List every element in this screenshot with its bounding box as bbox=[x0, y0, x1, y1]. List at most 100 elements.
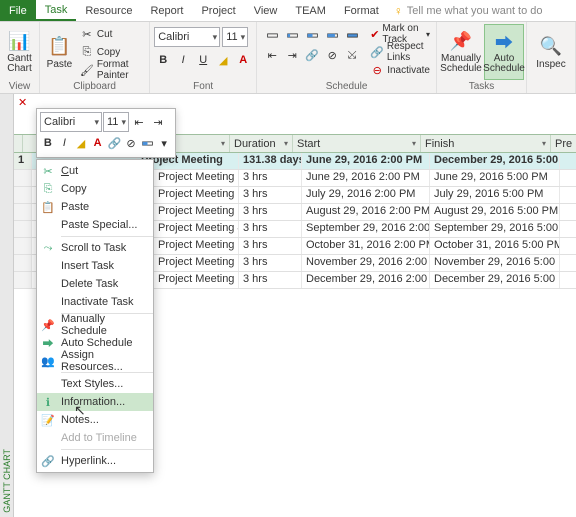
outdent-button[interactable]: ⇤ bbox=[263, 46, 281, 64]
mini-size-select[interactable]: 11 bbox=[103, 112, 129, 132]
ctx-paste-special[interactable]: Paste Special... bbox=[37, 216, 153, 234]
underline-button[interactable]: U bbox=[194, 51, 212, 69]
tab-project[interactable]: Project bbox=[192, 0, 244, 21]
chevron-down-icon[interactable]: ▾ bbox=[542, 139, 546, 148]
pct100-button[interactable] bbox=[343, 26, 361, 44]
ctx-notes[interactable]: 📝Notes... bbox=[37, 411, 153, 429]
cell-finish[interactable]: November 29, 2016 5:00 PM bbox=[430, 255, 560, 271]
ctx-text-styles[interactable]: Text Styles... bbox=[37, 375, 153, 393]
mini-fill-button[interactable]: ◢ bbox=[73, 134, 89, 152]
tab-format[interactable]: Format bbox=[335, 0, 388, 21]
cell-name[interactable]: Project Meeting 5 bbox=[154, 238, 239, 254]
cell-start[interactable]: December 29, 2016 2:00 PM bbox=[302, 272, 430, 288]
font-size-select[interactable]: 11 bbox=[222, 27, 248, 47]
font-color-button[interactable]: A bbox=[234, 51, 252, 69]
italic-button[interactable]: I bbox=[174, 51, 192, 69]
col-finish[interactable]: Finish▾ bbox=[421, 135, 551, 152]
cell-duration[interactable]: 3 hrs bbox=[239, 272, 302, 288]
chevron-down-icon[interactable]: ▾ bbox=[412, 139, 416, 148]
mini-outdent-button[interactable]: ⇤ bbox=[130, 113, 148, 131]
ctx-cut[interactable]: ✂Cut bbox=[37, 162, 153, 180]
inspect-button[interactable]: 🔍 Inspec bbox=[531, 24, 571, 80]
ctx-scroll-to-task[interactable]: ⤳Scroll to Task bbox=[37, 239, 153, 257]
cell-duration[interactable]: 3 hrs bbox=[239, 255, 302, 271]
ctx-copy[interactable]: ⎘Copy bbox=[37, 180, 153, 198]
tab-report[interactable]: Report bbox=[141, 0, 192, 21]
mini-indent-button[interactable]: ⇥ bbox=[149, 113, 167, 131]
summary-start[interactable]: June 29, 2016 2:00 PM bbox=[302, 153, 430, 169]
mark-on-track-button[interactable]: ✔Mark on Track▾ bbox=[368, 26, 432, 42]
copy-button[interactable]: ⎘Copy bbox=[78, 44, 145, 60]
cell-finish[interactable]: June 29, 2016 5:00 PM bbox=[430, 170, 560, 186]
cell-start[interactable]: September 29, 2016 2:00 PM bbox=[302, 221, 430, 237]
chevron-down-icon[interactable]: ▾ bbox=[284, 139, 288, 148]
cell-duration[interactable]: 3 hrs bbox=[239, 238, 302, 254]
cell-start[interactable]: July 29, 2016 2:00 PM bbox=[302, 187, 430, 203]
ctx-hyperlink[interactable]: 🔗Hyperlink... bbox=[37, 452, 153, 470]
manually-schedule-button[interactable]: 📌 Manually Schedule bbox=[441, 24, 481, 80]
cell-finish[interactable]: August 29, 2016 5:00 PM bbox=[430, 204, 560, 220]
cell-name[interactable]: Project Meeting 7 bbox=[154, 272, 239, 288]
summary-duration[interactable]: 131.38 days bbox=[239, 153, 302, 169]
cell-name[interactable]: Project Meeting 4 bbox=[154, 221, 239, 237]
respect-links-button[interactable]: 🔗Respect Links bbox=[368, 44, 432, 60]
ctx-delete-task[interactable]: Delete Task bbox=[37, 275, 153, 293]
indent-button[interactable]: ⇥ bbox=[283, 46, 301, 64]
font-name-select[interactable]: Calibri bbox=[154, 27, 220, 47]
mini-unlink-button[interactable]: ⊘ bbox=[123, 134, 139, 152]
pct0-button[interactable] bbox=[263, 26, 281, 44]
cell-finish[interactable]: October 31, 2016 5:00 PM bbox=[430, 238, 560, 254]
pct50-button[interactable] bbox=[303, 26, 321, 44]
ctx-inactivate-task[interactable]: Inactivate Task bbox=[37, 293, 153, 311]
cell-start[interactable]: October 31, 2016 2:00 PM bbox=[302, 238, 430, 254]
cell-name[interactable]: Project Meeting 2 bbox=[154, 187, 239, 203]
cell-name[interactable]: Project Meeting 6 bbox=[154, 255, 239, 271]
gantt-chart-button[interactable]: 📊 Gantt Chart bbox=[4, 24, 35, 80]
cell-finish[interactable]: December 29, 2016 5:00 PM bbox=[430, 272, 560, 288]
col-predecessors[interactable]: Pre bbox=[551, 135, 576, 152]
cell-start[interactable]: November 29, 2016 2:00 PM bbox=[302, 255, 430, 271]
bold-button[interactable]: B bbox=[154, 51, 172, 69]
mini-italic-button[interactable]: I bbox=[57, 134, 73, 152]
cell-finish[interactable]: September 29, 2016 5:00 PM bbox=[430, 221, 560, 237]
ctx-paste[interactable]: 📋Paste bbox=[37, 198, 153, 216]
split-button[interactable]: ⤩ bbox=[343, 46, 361, 64]
cell-finish[interactable]: July 29, 2016 5:00 PM bbox=[430, 187, 560, 203]
ctx-assign-resources[interactable]: 👥Assign Resources... bbox=[37, 352, 153, 370]
col-indicator[interactable] bbox=[14, 135, 23, 152]
cell-name[interactable]: Project Meeting 3 bbox=[154, 204, 239, 220]
mini-fontcolor-button[interactable]: A bbox=[90, 134, 106, 152]
inactivate-button[interactable]: ⊖Inactivate bbox=[368, 62, 432, 78]
mini-pct-button[interactable] bbox=[140, 134, 156, 152]
pct25-button[interactable] bbox=[283, 26, 301, 44]
tell-me-search[interactable]: ♀ Tell me what you want to do bbox=[388, 0, 549, 21]
pct75-button[interactable] bbox=[323, 26, 341, 44]
col-duration[interactable]: Duration▾ bbox=[230, 135, 293, 152]
ctx-insert-task[interactable]: Insert Task bbox=[37, 257, 153, 275]
cell-start[interactable]: August 29, 2016 2:00 PM bbox=[302, 204, 430, 220]
tab-view[interactable]: View bbox=[245, 0, 287, 21]
cell-duration[interactable]: 3 hrs bbox=[239, 187, 302, 203]
cell-name[interactable]: Project Meeting 1 bbox=[154, 170, 239, 186]
summary-finish[interactable]: December 29, 2016 5:00 PM bbox=[430, 153, 560, 169]
mini-font-select[interactable]: Calibri bbox=[40, 112, 102, 132]
mini-link-button[interactable]: 🔗 bbox=[106, 134, 122, 152]
auto-schedule-button[interactable]: ⮕ Auto Schedule bbox=[484, 24, 524, 80]
ctx-manually-schedule[interactable]: 📌Manually Schedule bbox=[37, 316, 153, 334]
cell-duration[interactable]: 3 hrs bbox=[239, 221, 302, 237]
fill-color-button[interactable]: ◢ bbox=[214, 51, 232, 69]
link-button[interactable]: 🔗 bbox=[303, 46, 321, 64]
cell-duration[interactable]: 3 hrs bbox=[239, 204, 302, 220]
tab-resource[interactable]: Resource bbox=[76, 0, 141, 21]
mini-bold-button[interactable]: B bbox=[40, 134, 56, 152]
unlink-button[interactable]: ⊘ bbox=[323, 46, 341, 64]
paste-button[interactable]: 📋 Paste bbox=[44, 24, 75, 80]
format-painter-button[interactable]: 🖌Format Painter bbox=[78, 62, 145, 78]
tab-team[interactable]: TEAM bbox=[286, 0, 335, 21]
chevron-down-icon[interactable]: ▾ bbox=[221, 139, 225, 148]
cell-start[interactable]: June 29, 2016 2:00 PM bbox=[302, 170, 430, 186]
cell-duration[interactable]: 3 hrs bbox=[239, 170, 302, 186]
tab-file[interactable]: File bbox=[0, 0, 36, 21]
col-start[interactable]: Start▾ bbox=[293, 135, 421, 152]
cut-button[interactable]: ✂Cut bbox=[78, 26, 145, 42]
